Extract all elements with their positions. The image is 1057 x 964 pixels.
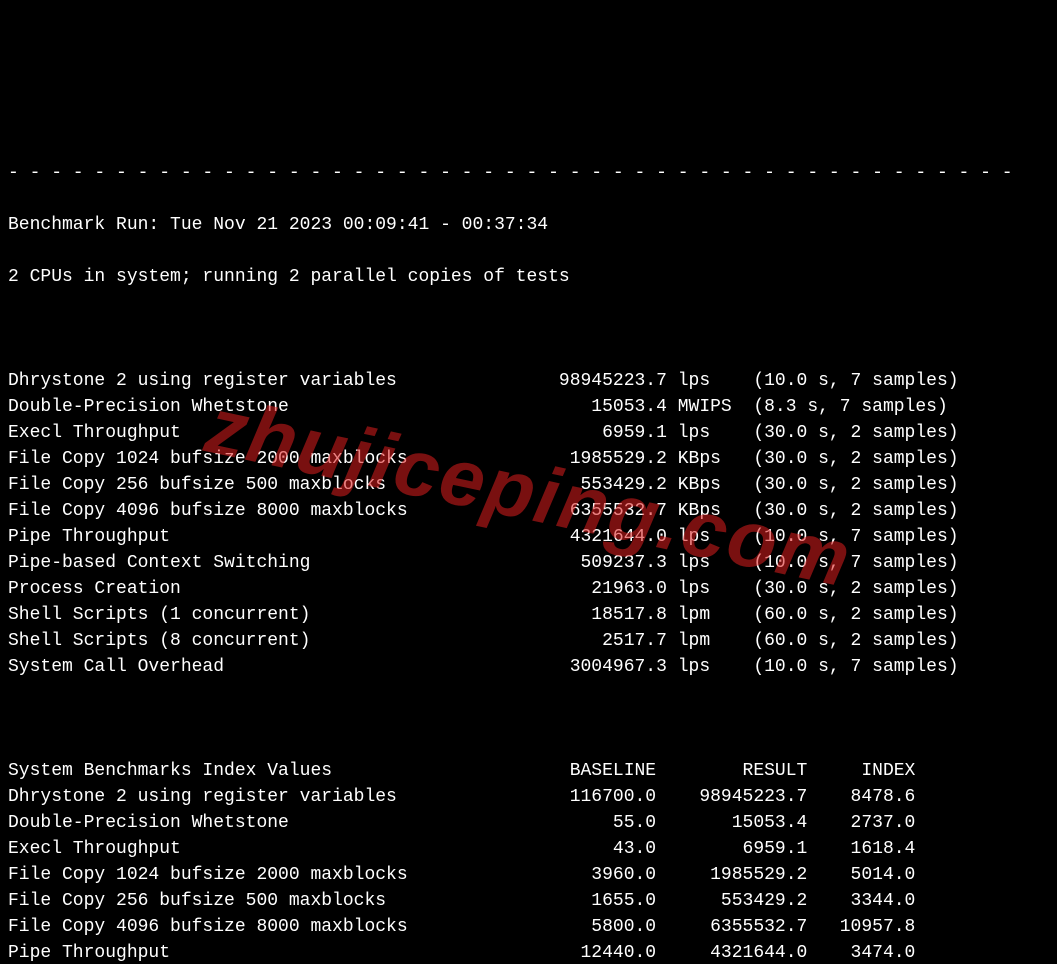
benchmark-row: File Copy 256 bufsize 500 maxblocks 5534… <box>8 472 1049 498</box>
index-row: File Copy 1024 bufsize 2000 maxblocks 39… <box>8 862 1049 888</box>
cpu-info-line: 2 CPUs in system; running 2 parallel cop… <box>8 264 1049 290</box>
index-row: Dhrystone 2 using register variables 116… <box>8 784 1049 810</box>
benchmark-row: Pipe-based Context Switching 509237.3 lp… <box>8 550 1049 576</box>
benchmark-row: System Call Overhead 3004967.3 lps (10.0… <box>8 654 1049 680</box>
benchmark-row: Execl Throughput 6959.1 lps (30.0 s, 2 s… <box>8 420 1049 446</box>
benchmark-row: Shell Scripts (1 concurrent) 18517.8 lpm… <box>8 602 1049 628</box>
index-row: Execl Throughput 43.0 6959.1 1618.4 <box>8 836 1049 862</box>
benchmark-row: Double-Precision Whetstone 15053.4 MWIPS… <box>8 394 1049 420</box>
index-row: File Copy 4096 bufsize 8000 maxblocks 58… <box>8 914 1049 940</box>
benchmark-run-line: Benchmark Run: Tue Nov 21 2023 00:09:41 … <box>8 212 1049 238</box>
benchmark-row: Shell Scripts (8 concurrent) 2517.7 lpm … <box>8 628 1049 654</box>
divider-dashes: - - - - - - - - - - - - - - - - - - - - … <box>8 160 1049 186</box>
terminal-output: - - - - - - - - - - - - - - - - - - - - … <box>0 130 1057 964</box>
blank-line <box>8 706 1049 732</box>
benchmark-results-block: Dhrystone 2 using register variables 989… <box>8 368 1049 680</box>
benchmark-row: Dhrystone 2 using register variables 989… <box>8 368 1049 394</box>
benchmark-row: Pipe Throughput 4321644.0 lps (10.0 s, 7… <box>8 524 1049 550</box>
index-row: File Copy 256 bufsize 500 maxblocks 1655… <box>8 888 1049 914</box>
index-header-row: System Benchmarks Index Values BASELINE … <box>8 758 1049 784</box>
index-row: Double-Precision Whetstone 55.0 15053.4 … <box>8 810 1049 836</box>
benchmark-row: File Copy 4096 bufsize 8000 maxblocks 63… <box>8 498 1049 524</box>
benchmark-row: Process Creation 21963.0 lps (30.0 s, 2 … <box>8 576 1049 602</box>
index-values-block: System Benchmarks Index Values BASELINE … <box>8 758 1049 964</box>
benchmark-row: File Copy 1024 bufsize 2000 maxblocks 19… <box>8 446 1049 472</box>
index-row: Pipe Throughput 12440.0 4321644.0 3474.0 <box>8 940 1049 964</box>
blank-line <box>8 316 1049 342</box>
